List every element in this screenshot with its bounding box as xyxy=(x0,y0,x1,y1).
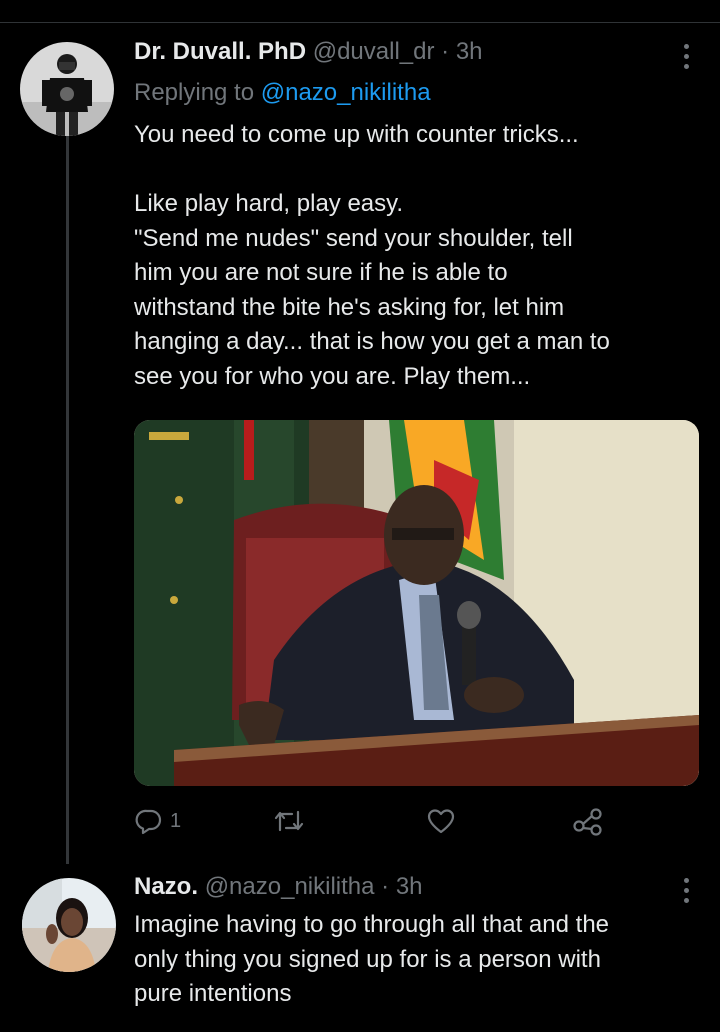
like-icon xyxy=(427,809,455,834)
retweet-icon xyxy=(274,810,304,832)
tweet1-paragraph-gap xyxy=(134,153,704,188)
tweet2-line: Imagine having to go through all that an… xyxy=(134,911,610,938)
reply-button[interactable]: 1 xyxy=(134,806,181,836)
retweet-button[interactable] xyxy=(272,806,306,836)
replying-to-link[interactable]: @nazo_nikilitha xyxy=(261,79,431,106)
tweet2-text: Imagine having to go through all that an… xyxy=(134,908,709,1012)
replying-to: Replying to @nazo_nikilitha xyxy=(134,79,431,107)
tweet1-display-name[interactable]: Dr. Duvall. PhD xyxy=(134,38,306,65)
tweet2-line: pure intentions xyxy=(134,980,292,1007)
more-icon[interactable] xyxy=(684,44,690,74)
top-divider xyxy=(0,0,720,23)
tweet1-text: You need to come up with counter tricks.… xyxy=(134,118,704,394)
like-button[interactable] xyxy=(426,806,456,836)
tweet1-handle[interactable]: @duvall_dr xyxy=(313,38,435,65)
tweet1-action-bar: 1 xyxy=(134,806,700,842)
tweet2-time[interactable]: 3h xyxy=(396,873,423,900)
tweet1-dot: · xyxy=(441,38,450,65)
share-icon xyxy=(573,808,602,836)
share-button[interactable] xyxy=(572,806,604,836)
tweet1-line: You need to come up with counter tricks.… xyxy=(134,121,579,148)
reply-count: 1 xyxy=(170,809,182,832)
reply-icon xyxy=(135,809,162,835)
tweet2-header: Nazo. @nazo_nikilitha · 3h xyxy=(134,873,423,901)
tweet1-line: "Send me nudes" send your shoulder, tell xyxy=(134,224,573,252)
replying-prefix: Replying to xyxy=(134,79,261,106)
avatar-duvall[interactable] xyxy=(20,42,114,136)
tweet1-line: Like play hard, play easy. xyxy=(134,190,404,217)
tweet1-line: see you for who you are. Play them... xyxy=(134,362,531,390)
thread-connector-line xyxy=(66,112,69,864)
avatar-nazo[interactable] xyxy=(22,878,116,972)
tweet2-dot: · xyxy=(381,873,390,900)
tweet1-time[interactable]: 3h xyxy=(456,38,483,65)
tweet1-line: him you are not sure if he is able to xyxy=(134,259,508,286)
tweet1-header: Dr. Duvall. PhD @duvall_dr · 3h xyxy=(134,38,483,66)
tweet1-media-photo[interactable] xyxy=(134,420,699,786)
tweet1-line: hanging a day... that is how you get a m… xyxy=(134,328,610,355)
tweet2-display-name[interactable]: Nazo. xyxy=(134,873,198,900)
tweet2-line: only thing you signed up for is a person… xyxy=(134,945,601,973)
tweet1-line: withstand the bite he's asking for, let … xyxy=(134,293,565,321)
more-icon[interactable] xyxy=(684,878,690,908)
tweet2-handle[interactable]: @nazo_nikilitha xyxy=(205,873,375,900)
